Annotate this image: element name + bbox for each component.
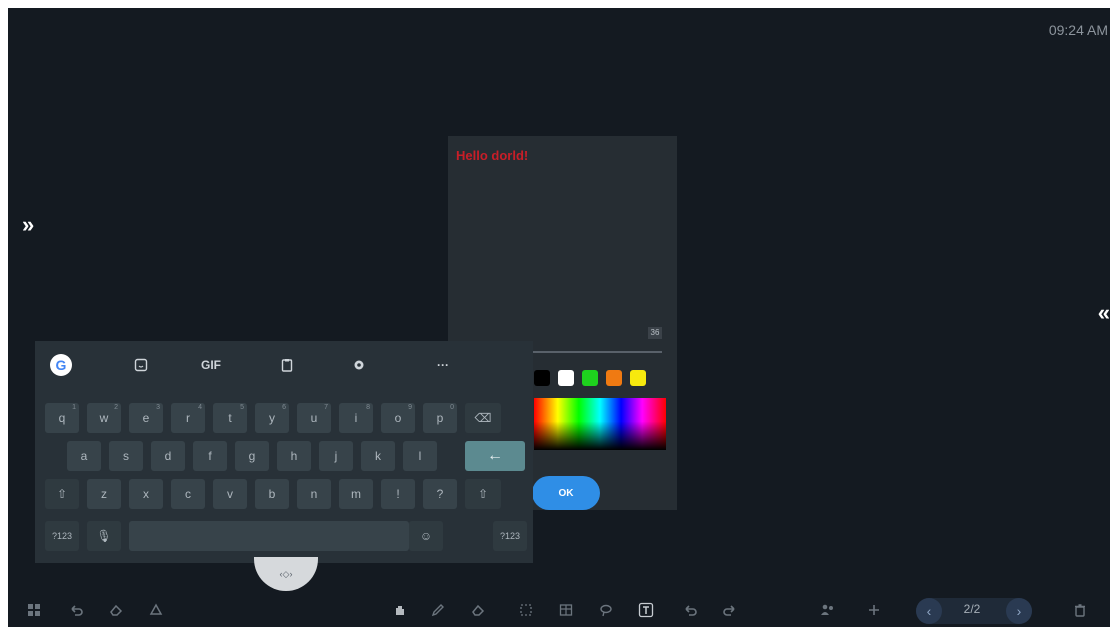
key-r[interactable]: r4: [171, 403, 205, 433]
key-k[interactable]: k: [361, 441, 395, 471]
apps-icon[interactable]: [24, 600, 44, 620]
pen-icon[interactable]: [428, 600, 448, 620]
sticker-icon[interactable]: [129, 353, 153, 377]
key-a[interactable]: a: [67, 441, 101, 471]
key-t[interactable]: t5: [213, 403, 247, 433]
key-m[interactable]: m: [339, 479, 373, 509]
key-u[interactable]: u7: [297, 403, 331, 433]
enter-key[interactable]: ←: [465, 441, 525, 471]
select-icon[interactable]: [516, 600, 536, 620]
expand-right-icon[interactable]: «: [1098, 300, 1110, 326]
symbols-key-right[interactable]: ?123: [493, 521, 527, 551]
eraser-tool-icon[interactable]: [468, 600, 488, 620]
key-x[interactable]: x: [129, 479, 163, 509]
key-hint: 2: [114, 404, 118, 411]
shift-key-right[interactable]: ⇧: [465, 479, 501, 509]
page-indicator: 2/2: [963, 602, 981, 616]
key-question[interactable]: ?: [423, 479, 457, 509]
key-l[interactable]: l: [403, 441, 437, 471]
key-label: p: [436, 411, 444, 425]
key-b[interactable]: b: [255, 479, 289, 509]
color-swatch[interactable]: [630, 370, 646, 386]
color-swatch[interactable]: [606, 370, 622, 386]
symbols-key-left[interactable]: ?123: [45, 521, 79, 551]
redo-icon[interactable]: [720, 600, 740, 620]
key-s[interactable]: s: [109, 441, 143, 471]
key-hint: 7: [324, 404, 328, 411]
undo-icon[interactable]: [66, 600, 86, 620]
key-e[interactable]: e3: [129, 403, 163, 433]
more-icon[interactable]: ···: [431, 353, 455, 377]
keyboard-drag-handle[interactable]: ‹◇›: [254, 557, 318, 591]
key-f[interactable]: f: [193, 441, 227, 471]
key-label: u: [310, 411, 318, 425]
key-hint: 4: [198, 404, 202, 411]
font-size-value: 36: [648, 327, 662, 339]
space-key[interactable]: [129, 521, 409, 551]
shapes-icon[interactable]: [146, 600, 166, 620]
add-page-icon[interactable]: [864, 600, 884, 620]
emoji-key[interactable]: ☺: [409, 521, 443, 551]
text-input-preview[interactable]: Hello dorld!: [456, 148, 528, 163]
key-hint: 3: [156, 404, 160, 411]
key-label: y: [269, 411, 275, 425]
key-c[interactable]: c: [171, 479, 205, 509]
ok-button[interactable]: OK: [532, 476, 600, 510]
key-z[interactable]: z: [87, 479, 121, 509]
key-o[interactable]: o9: [381, 403, 415, 433]
key-hint: 5: [240, 404, 244, 411]
key-g[interactable]: g: [235, 441, 269, 471]
onscreen-keyboard: G GIF ··· q1 w2 e3 r4 t5 y6 u7 i8 o9 p0 …: [35, 341, 533, 563]
google-icon[interactable]: G: [49, 353, 73, 377]
key-label: i: [354, 411, 358, 425]
lasso-icon[interactable]: [596, 600, 616, 620]
prev-page-icon[interactable]: ‹: [916, 598, 942, 624]
undo-action-icon[interactable]: [680, 600, 700, 620]
gif-button[interactable]: GIF: [199, 353, 223, 377]
key-y[interactable]: y6: [255, 403, 289, 433]
key-j[interactable]: j: [319, 441, 353, 471]
eraser-icon[interactable]: [106, 600, 126, 620]
key-v[interactable]: v: [213, 479, 247, 509]
key-hint: 8: [366, 404, 370, 411]
key-hint: 6: [282, 404, 286, 411]
key-hint: 1: [72, 404, 76, 411]
keyboard-toolbar: G GIF ···: [35, 341, 533, 389]
key-n[interactable]: n: [297, 479, 331, 509]
whiteboard-screen[interactable]: 09:24 AM » « Hello dorld! 36 OK G GIF ··…: [8, 8, 1110, 627]
clipboard-icon[interactable]: [275, 353, 299, 377]
expand-left-icon[interactable]: »: [22, 212, 34, 238]
key-q[interactable]: q1: [45, 403, 79, 433]
color-spectrum-picker[interactable]: [534, 398, 666, 450]
key-hint: 0: [450, 404, 454, 411]
color-swatch[interactable]: [558, 370, 574, 386]
table-icon[interactable]: [556, 600, 576, 620]
trash-icon[interactable]: [1070, 600, 1090, 620]
key-p[interactable]: p0: [423, 403, 457, 433]
key-label: e: [142, 411, 150, 425]
key-exclaim[interactable]: !: [381, 479, 415, 509]
next-page-icon[interactable]: ›: [1006, 598, 1032, 624]
key-label: r: [186, 411, 190, 425]
shift-key[interactable]: ⇧: [45, 479, 79, 509]
key-label: w: [99, 411, 109, 425]
key-hint: 9: [408, 404, 412, 411]
backspace-key[interactable]: ⌫: [465, 403, 501, 433]
hand-icon[interactable]: [390, 600, 410, 620]
key-label: o: [394, 411, 402, 425]
key-d[interactable]: d: [151, 441, 185, 471]
gear-icon[interactable]: [347, 353, 371, 377]
key-label: q: [58, 411, 66, 425]
color-swatch[interactable]: [534, 370, 550, 386]
key-i[interactable]: i8: [339, 403, 373, 433]
key-label: t: [228, 411, 232, 425]
text-icon[interactable]: [636, 600, 656, 620]
clock: 09:24 AM: [1048, 22, 1108, 38]
key-h[interactable]: h: [277, 441, 311, 471]
key-w[interactable]: w2: [87, 403, 121, 433]
color-swatch[interactable]: [582, 370, 598, 386]
mic-key[interactable]: 🎙: [87, 521, 121, 551]
people-icon[interactable]: [818, 600, 838, 620]
